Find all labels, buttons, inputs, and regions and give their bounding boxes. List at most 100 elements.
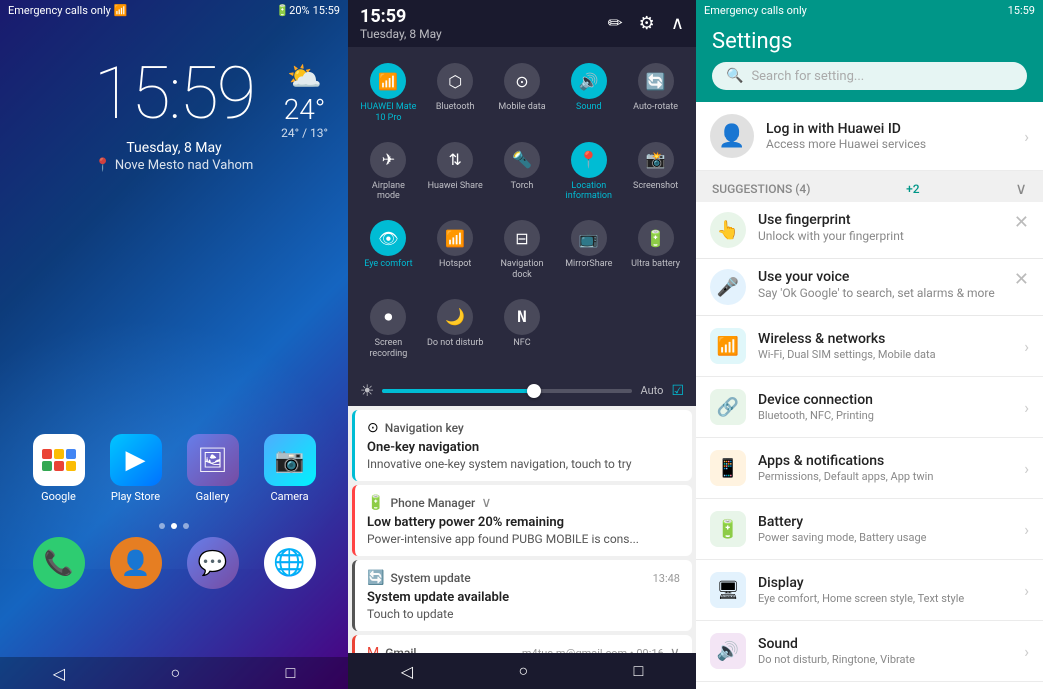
tile-hotspot[interactable]: 📶 Hotspot xyxy=(425,214,486,287)
settings-search-bar[interactable]: 🔍 Search for setting... xyxy=(712,62,1027,90)
battery-expand-icon[interactable]: ∨ xyxy=(481,495,491,511)
dock-contacts[interactable]: 👤 xyxy=(110,537,162,589)
dock-chrome[interactable]: 🌐 xyxy=(264,537,316,589)
notif-system-update[interactable]: 🔄 System update 13:48 System update avai… xyxy=(352,560,692,631)
tile-torch[interactable]: 🔦 Torch xyxy=(492,136,553,209)
tile-eye-comfort[interactable]: 👁 Eye comfort xyxy=(358,214,419,287)
tile-autorotate[interactable]: 🔄 Auto-rotate xyxy=(625,57,686,130)
settings-time: 15:59 xyxy=(1008,4,1035,17)
app-camera[interactable]: 📷 Camera xyxy=(264,434,316,503)
back-btn-notif[interactable]: ◁ xyxy=(401,662,413,681)
weather-range: 24° / 13° xyxy=(281,126,328,140)
mobile-data-tile-icon: ⊙ xyxy=(504,63,540,99)
lock-location: 📍 Nove Mesto nad Vahom xyxy=(0,158,348,173)
sound-settings-title: Sound xyxy=(758,636,1012,652)
app-gallery[interactable]: 🖼 Gallery xyxy=(187,434,239,503)
settings-storage[interactable]: 💾 Storage › xyxy=(696,682,1043,689)
tile-ultra-battery[interactable]: 🔋 Ultra battery xyxy=(625,214,686,287)
voice-close-icon[interactable]: ✕ xyxy=(1014,269,1029,290)
suggestion-voice[interactable]: 🎤 Use your voice Say 'Ok Google' to sear… xyxy=(696,259,1043,316)
dnd-label: Do not disturb xyxy=(427,338,483,349)
home-button[interactable]: ○ xyxy=(170,663,180,683)
tile-wifi[interactable]: 📶 HUAWEI Mate 10 Pro xyxy=(358,57,419,130)
status-right: 🔋20% 15:59 xyxy=(275,4,340,17)
app-google[interactable]: Google xyxy=(33,434,85,503)
settings-device[interactable]: 🔗 Device connection Bluetooth, NFC, Prin… xyxy=(696,377,1043,438)
tile-bluetooth[interactable]: ⬡ Bluetooth xyxy=(425,57,486,130)
battery-notif-body: Power-intensive app found PUBG MOBILE is… xyxy=(367,532,680,546)
eye-comfort-icon: 👁 xyxy=(370,220,406,256)
phone-icon: 📞 xyxy=(33,537,85,589)
tile-screen-recording[interactable]: ⏺ Screen recording xyxy=(358,293,419,366)
dot-2 xyxy=(171,523,177,529)
settings-icon[interactable]: ⚙ xyxy=(639,13,655,34)
dock-phone[interactable]: 📞 xyxy=(33,537,85,589)
screen-recording-label: Screen recording xyxy=(360,338,417,360)
recents-btn-notif[interactable]: □ xyxy=(634,661,644,681)
hotspot-tile-icon: 📶 xyxy=(437,220,473,256)
login-item[interactable]: 👤 Log in with Huawei ID Access more Huaw… xyxy=(696,102,1043,171)
auto-checkbox[interactable]: ☑ xyxy=(671,383,684,399)
edit-icon[interactable]: ✏ xyxy=(608,13,623,34)
tile-nfc[interactable]: N NFC xyxy=(492,293,553,366)
sound-settings-sub: Do not disturb, Ringtone, Vibrate xyxy=(758,653,1012,666)
screenshot-tile-label: Screenshot xyxy=(633,181,678,192)
fingerprint-close-icon[interactable]: ✕ xyxy=(1014,212,1029,233)
settings-display[interactable]: 🖥 Display Eye comfort, Home screen style… xyxy=(696,560,1043,621)
app-playstore[interactable]: ▶ Play Store xyxy=(110,434,162,503)
status-left: Emergency calls only 📶 xyxy=(8,4,128,17)
tile-location[interactable]: 📍 Location information xyxy=(558,136,619,209)
notif-date: Tuesday, 8 May xyxy=(360,27,442,41)
settings-header: Settings 🔍 Search for setting... xyxy=(696,21,1043,102)
tile-nav-dock[interactable]: ⊟ Navigation dock xyxy=(492,214,553,287)
notif-gmail[interactable]: M Gmail m4tus.m@gmail.com • 09:16 ∨ Goog… xyxy=(352,635,692,653)
sound-arrow: › xyxy=(1024,642,1029,661)
tile-mobile-data[interactable]: ⊙ Mobile data xyxy=(492,57,553,130)
dock-messages[interactable]: 💬 xyxy=(187,537,239,589)
back-button[interactable]: ◁ xyxy=(53,664,65,683)
tile-airplane[interactable]: ✈ Airplane mode xyxy=(358,136,419,209)
notif-battery[interactable]: 🔋 Phone Manager ∨ Low battery power 20% … xyxy=(352,485,692,556)
voice-icon: 🎤 xyxy=(710,269,746,305)
home-btn-notif[interactable]: ○ xyxy=(518,661,528,681)
battery-arrow: › xyxy=(1024,520,1029,539)
nfc-icon: N xyxy=(504,299,540,335)
settings-status-bar: Emergency calls only 15:59 xyxy=(696,0,1043,21)
settings-wireless[interactable]: 📶 Wireless & networks Wi-Fi, Dual SIM se… xyxy=(696,316,1043,377)
brightness-slider[interactable] xyxy=(382,389,632,393)
device-sub: Bluetooth, NFC, Printing xyxy=(758,409,1012,422)
settings-sound[interactable]: 🔊 Sound Do not disturb, Ringtone, Vibrat… xyxy=(696,621,1043,682)
notification-panel: 15:59 Tuesday, 8 May ✏ ⚙ ∧ 📶 HUAWEI Mate… xyxy=(348,0,696,689)
gmail-notif-app: Gmail xyxy=(385,646,416,653)
autorotate-tile-label: Auto-rotate xyxy=(633,102,678,113)
weather-widget: ⛅ 24° 24° / 13° xyxy=(281,60,328,140)
nav-notif-header: ⊙ Navigation key xyxy=(367,420,680,436)
airplane-tile-label: Airplane mode xyxy=(360,181,417,203)
settings-apps[interactable]: 📱 Apps & notifications Permissions, Defa… xyxy=(696,438,1043,499)
nav-notif-app-icon: ⊙ xyxy=(367,420,379,436)
collapse-icon[interactable]: ∧ xyxy=(671,13,684,34)
torch-tile-icon: 🔦 xyxy=(504,142,540,178)
gmail-notif-header: M Gmail m4tus.m@gmail.com • 09:16 ∨ xyxy=(367,645,680,653)
update-notif-time: 13:48 xyxy=(653,572,680,585)
mobile-data-tile-label: Mobile data xyxy=(498,102,545,113)
nav-dock-label: Navigation dock xyxy=(494,259,551,281)
app-row-main: Google ▶ Play Store 🖼 Gallery 📷 Camera xyxy=(20,434,328,503)
settings-battery[interactable]: 🔋 Battery Power saving mode, Battery usa… xyxy=(696,499,1043,560)
tile-mirrorshare[interactable]: 📺 MirrorShare xyxy=(558,214,619,287)
tile-sound[interactable]: 🔊 Sound xyxy=(558,57,619,130)
battery-notif-title: Low battery power 20% remaining xyxy=(367,515,680,530)
suggestion-fingerprint[interactable]: 👆 Use fingerprint Unlock with your finge… xyxy=(696,202,1043,259)
notif-navigation[interactable]: ⊙ Navigation key One-key navigation Inno… xyxy=(352,410,692,481)
gmail-expand-icon[interactable]: ∨ xyxy=(670,645,680,653)
suggestions-expand-icon[interactable]: ∨ xyxy=(1015,179,1027,198)
recents-button[interactable]: □ xyxy=(286,663,296,683)
tile-dnd[interactable]: 🌙 Do not disturb xyxy=(425,293,486,366)
tile-huawei-share[interactable]: ⇅ Huawei Share xyxy=(425,136,486,209)
device-icon: 🔗 xyxy=(710,389,746,425)
fingerprint-title: Use fingerprint xyxy=(758,212,1002,228)
display-title: Display xyxy=(758,575,1012,591)
messages-icon: 💬 xyxy=(187,537,239,589)
display-icon: 🖥 xyxy=(710,572,746,608)
tile-screenshot[interactable]: 📸 Screenshot xyxy=(625,136,686,209)
